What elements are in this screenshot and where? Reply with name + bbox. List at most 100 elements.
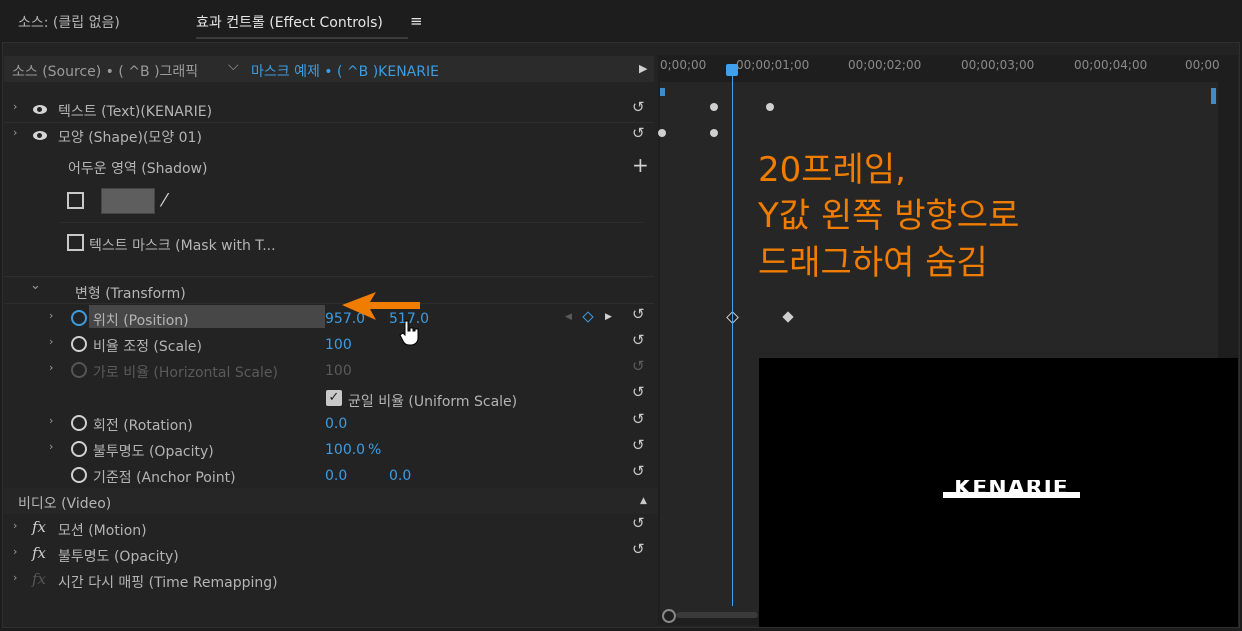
uniform-scale-checkbox[interactable]: ✓ (326, 390, 342, 406)
divider (4, 303, 654, 304)
chevron-down-icon[interactable]: ⌄ (30, 278, 41, 293)
panel-tab-bar (0, 0, 1242, 42)
horizontal-scale-label: 가로 비율 (Horizontal Scale) (93, 365, 278, 381)
stopwatch-icon[interactable] (71, 310, 87, 326)
eye-icon[interactable] (33, 105, 47, 114)
add-icon[interactable]: + (632, 153, 649, 177)
stopwatch-icon[interactable] (71, 467, 87, 483)
opacity-label: 불투명도 (Opacity) (93, 444, 214, 460)
keyframe-dot[interactable] (766, 103, 774, 111)
reset-icon[interactable]: ↺ (632, 331, 645, 349)
eye-icon[interactable] (33, 131, 47, 140)
eyedropper-icon[interactable]: ⁄ (163, 190, 166, 211)
ruler-tick-label: 00;00;02;00 (848, 58, 922, 72)
chevron-right-icon[interactable]: › (49, 414, 53, 427)
motion-label: 모션 (Motion) (58, 523, 147, 539)
playhead-line[interactable] (732, 66, 733, 606)
chevron-right-icon[interactable]: › (13, 126, 17, 139)
chevron-right-icon[interactable]: › (49, 440, 53, 453)
scale-label: 비율 조정 (Scale) (93, 339, 203, 355)
playhead-handle[interactable] (726, 64, 738, 76)
tab-effect-controls[interactable]: 효과 컨트롤 (Effect Controls) (196, 12, 383, 32)
active-tab-indicator (196, 37, 408, 39)
scale-value[interactable]: 100 (325, 337, 352, 353)
fx-icon[interactable]: fx (32, 518, 46, 536)
video-section-label: 비디오 (Video) (18, 496, 112, 512)
shadow-label: 어두운 영역 (Shadow) (68, 161, 208, 177)
zoom-handle[interactable] (662, 609, 676, 623)
chevron-right-icon[interactable]: › (13, 571, 17, 584)
rotation-label: 회전 (Rotation) (93, 418, 193, 434)
text-layer-label: 텍스트 (Text)(KENARIE) (58, 104, 213, 120)
reset-icon[interactable]: ↺ (632, 410, 645, 428)
ruler-tick-label: 0;00;00 (660, 58, 707, 72)
time-remapping-label: 시간 다시 매핑 (Time Remapping) (58, 575, 278, 591)
shadow-color-swatch[interactable] (101, 188, 155, 214)
drag-hand-cursor-icon (399, 320, 419, 346)
reset-icon: ↺ (632, 357, 645, 375)
fx-icon[interactable]: fx (32, 544, 46, 562)
chevron-right-icon[interactable]: › (49, 361, 53, 374)
reset-icon[interactable]: ↺ (632, 540, 645, 558)
uniform-scale-label: 균일 비율 (Uniform Scale) (348, 394, 518, 410)
opacity-value[interactable]: 100.0 (325, 442, 365, 458)
ruler-tick-label: 00;00;01;00 (736, 58, 810, 72)
reset-icon[interactable]: ↺ (632, 462, 645, 480)
reset-icon[interactable]: ↺ (632, 383, 645, 401)
ruler-tick-label: 00;00;03;00 (961, 58, 1035, 72)
chevron-right-icon[interactable]: › (49, 335, 53, 348)
reset-icon[interactable]: ↺ (632, 305, 645, 323)
annotation-line-3: 드래그하여 숨김 (758, 243, 988, 283)
mask-checkbox[interactable] (67, 234, 84, 251)
fx-icon: fx (32, 570, 47, 588)
timeline-scrollbar[interactable] (676, 612, 758, 618)
chevron-down-icon[interactable]: ⌵ (228, 58, 239, 74)
rotation-value[interactable]: 0.0 (325, 416, 347, 432)
mask-with-text-label: 텍스트 마스크 (Mask with T... (89, 238, 276, 254)
sequence-clip-label[interactable]: 마스크 예제 • ( ^B )KENARIE (251, 61, 439, 81)
shape-layer-label: 모양 (Shape)(모양 01) (58, 130, 202, 146)
video-opacity-label: 불투명도 (Opacity) (58, 549, 179, 565)
next-keyframe-icon[interactable]: ▶ (605, 312, 612, 322)
header-spacer (474, 56, 654, 82)
divider (60, 222, 643, 223)
keyframe-dot[interactable] (710, 103, 718, 111)
anchor-y-value[interactable]: 0.0 (389, 468, 411, 484)
time-ruler[interactable]: 0;00;00 00;00;01;00 00;00;02;00 00;00;03… (658, 56, 1220, 82)
annotation-line-2: Y값 왼쪽 방향으로 (758, 196, 1020, 236)
keyframe-dot[interactable] (710, 129, 718, 137)
keyframe-dot[interactable] (658, 129, 666, 137)
divider (4, 122, 654, 123)
stopwatch-icon[interactable] (71, 336, 87, 352)
stopwatch-icon[interactable] (71, 441, 87, 457)
previous-keyframe-icon[interactable]: ◀ (565, 312, 572, 322)
ruler-tick-label: 00;00 (1185, 58, 1220, 72)
anchor-point-label: 기준점 (Anchor Point) (93, 470, 236, 486)
stopwatch-icon (71, 362, 87, 378)
reset-icon[interactable]: ↺ (632, 436, 645, 454)
reset-icon[interactable]: ↺ (632, 124, 645, 142)
chevron-right-icon[interactable]: › (13, 545, 17, 558)
transform-label: 변형 (Transform) (75, 286, 186, 302)
anchor-x-value[interactable]: 0.0 (325, 468, 347, 484)
panel-menu-icon[interactable]: ≡ (410, 12, 423, 30)
in-point-marker (660, 88, 665, 96)
out-point-marker (1211, 88, 1216, 104)
reset-icon[interactable]: ↺ (632, 514, 645, 532)
chevron-right-icon[interactable]: › (13, 519, 17, 532)
play-only-icon[interactable]: ▶ (639, 62, 647, 75)
horizontal-scale-value: 100 (325, 363, 352, 379)
divider (4, 276, 654, 277)
chevron-right-icon[interactable]: › (49, 309, 53, 322)
opacity-unit: % (368, 442, 382, 458)
position-label: 위치 (Position) (93, 313, 189, 329)
collapse-icon[interactable]: ▲ (640, 496, 647, 506)
mask-shape-bar (943, 492, 1080, 498)
reset-icon[interactable]: ↺ (632, 98, 645, 116)
annotation-line-1: 20프레임, (758, 150, 906, 190)
tab-source[interactable]: 소스: (클립 없음) (18, 12, 120, 32)
chevron-right-icon[interactable]: › (13, 100, 17, 113)
stopwatch-icon[interactable] (71, 415, 87, 431)
shadow-checkbox[interactable] (67, 192, 84, 209)
source-clip-label: 소스 (Source) • ( ^B )그래픽 (12, 64, 199, 80)
